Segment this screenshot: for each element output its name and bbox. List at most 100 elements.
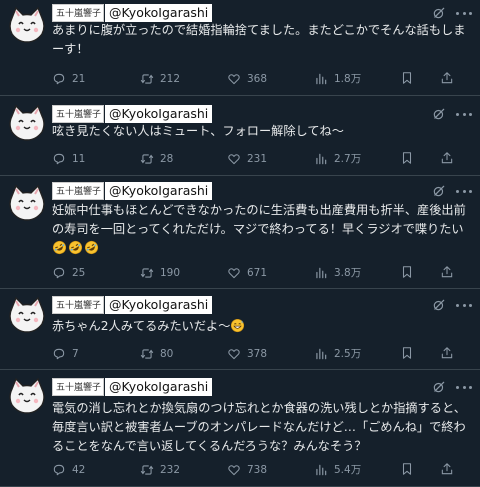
display-name[interactable]: 五十嵐響子 <box>52 4 105 22</box>
tweet-text-container: 妊娠中仕事もほとんどできなかったのに生活費も出産費用も折半、産後出前の寿司を一回… <box>52 201 474 258</box>
tweet-top-actions <box>432 6 472 20</box>
reply-icon <box>52 266 66 280</box>
avatar[interactable] <box>6 182 48 224</box>
tweet[interactable]: 五十嵐響子 @KyokoIgarashi 赤ちゃん2人みてるみたいだよ〜 7 80 378… <box>0 289 480 370</box>
tweet-actions: 11 28 231 2.7万 <box>52 151 472 167</box>
repost-count: 80 <box>160 348 174 360</box>
like-button[interactable]: 738 <box>227 462 267 478</box>
like-button[interactable]: 368 <box>227 71 267 87</box>
author-bar: 五十嵐響子 @KyokoIgarashi <box>52 4 213 22</box>
user-handle[interactable]: @KyokoIgarashi <box>105 4 213 22</box>
tweet[interactable]: 五十嵐響子 @KyokoIgarashi あまりに腹が立ったので結婚指輪捨てました。… <box>0 0 480 96</box>
repost-icon <box>140 72 154 86</box>
cat-avatar-icon <box>6 102 48 144</box>
repost-count: 232 <box>160 464 181 476</box>
share-icon <box>440 462 454 476</box>
like-count: 671 <box>247 267 268 279</box>
rofl-emoji-icon <box>68 240 83 255</box>
bookmark-button[interactable] <box>400 151 414 165</box>
repost-button[interactable]: 80 <box>140 346 173 362</box>
reply-icon <box>52 463 66 477</box>
repost-count: 28 <box>160 153 174 165</box>
share-button[interactable] <box>440 71 454 85</box>
bookmark-icon <box>400 462 414 476</box>
view-count: 2.5万 <box>334 348 362 360</box>
grok-button[interactable] <box>432 6 446 20</box>
user-handle[interactable]: @KyokoIgarashi <box>105 105 213 123</box>
reply-button[interactable]: 11 <box>52 151 85 167</box>
user-handle[interactable]: @KyokoIgarashi <box>105 378 213 396</box>
tweet[interactable]: 五十嵐響子 @KyokoIgarashi 電気の消し忘れとか換気扇のつけ忘れとか食器… <box>0 370 480 487</box>
tweet[interactable]: 五十嵐響子 @KyokoIgarashi 妊娠中仕事もほとんどできなかったのに生活費… <box>0 176 480 289</box>
views-icon <box>314 463 328 477</box>
share-button[interactable] <box>440 346 454 360</box>
repost-button[interactable]: 190 <box>140 265 180 281</box>
repost-count: 190 <box>160 267 181 279</box>
grok-icon <box>432 380 446 394</box>
bookmark-button[interactable] <box>400 71 414 85</box>
avatar[interactable] <box>6 294 48 336</box>
reply-button[interactable]: 25 <box>52 265 85 281</box>
like-count: 378 <box>247 348 268 360</box>
author-bar: 五十嵐響子 @KyokoIgarashi <box>52 296 213 314</box>
user-handle[interactable]: @KyokoIgarashi <box>105 182 213 200</box>
repost-button[interactable]: 232 <box>140 462 180 478</box>
display-name[interactable]: 五十嵐響子 <box>52 378 105 396</box>
like-button[interactable]: 671 <box>227 265 267 281</box>
share-button[interactable] <box>440 462 454 476</box>
reply-button[interactable]: 7 <box>52 346 79 362</box>
tweet-actions: 7 80 378 2.5万 <box>52 346 472 362</box>
view-count: 1.8万 <box>334 73 362 85</box>
bookmark-button[interactable] <box>400 346 414 360</box>
view-count: 2.7万 <box>334 153 362 165</box>
rofl-emoji-icon <box>52 240 67 255</box>
reply-count: 11 <box>72 153 86 165</box>
like-button[interactable]: 378 <box>227 346 267 362</box>
grok-button[interactable] <box>432 380 446 394</box>
views-button[interactable]: 3.8万 <box>314 265 361 281</box>
tweet-top-actions <box>432 298 472 312</box>
views-button[interactable]: 5.4万 <box>314 462 361 478</box>
avatar[interactable] <box>6 4 48 46</box>
reply-button[interactable]: 21 <box>52 71 85 87</box>
more-icon[interactable] <box>456 6 472 20</box>
avatar[interactable] <box>6 102 48 144</box>
views-icon <box>314 266 328 280</box>
views-button[interactable]: 1.8万 <box>314 71 361 87</box>
tweet-top-actions <box>432 184 472 198</box>
tweet[interactable]: 五十嵐響子 @KyokoIgarashi 呟き見たくない人はミュート、フォロー解除し… <box>0 96 480 176</box>
like-icon <box>227 463 241 477</box>
repost-button[interactable]: 28 <box>140 151 173 167</box>
repost-button[interactable]: 212 <box>140 71 180 87</box>
like-icon <box>227 152 241 166</box>
views-button[interactable]: 2.5万 <box>314 346 361 362</box>
like-icon <box>227 266 241 280</box>
grok-button[interactable] <box>432 298 446 312</box>
like-button[interactable]: 231 <box>227 151 267 167</box>
user-handle[interactable]: @KyokoIgarashi <box>105 296 213 314</box>
like-count: 738 <box>247 464 268 476</box>
display-name[interactable]: 五十嵐響子 <box>52 105 105 123</box>
share-button[interactable] <box>440 265 454 279</box>
share-button[interactable] <box>440 151 454 165</box>
views-button[interactable]: 2.7万 <box>314 151 361 167</box>
grok-button[interactable] <box>432 184 446 198</box>
reply-button[interactable]: 42 <box>52 462 85 478</box>
more-icon[interactable] <box>456 298 472 312</box>
bookmark-button[interactable] <box>400 265 414 279</box>
like-count: 231 <box>247 153 268 165</box>
avatar[interactable] <box>6 375 48 417</box>
share-icon <box>440 151 454 165</box>
more-icon[interactable] <box>456 184 472 198</box>
more-icon[interactable] <box>456 107 472 121</box>
reply-count: 25 <box>72 267 86 279</box>
tweet-text-container: 電気の消し忘れとか換気扇のつけ忘れとか食器の洗い残しとか指摘すると、毎度言い訳と… <box>52 399 474 456</box>
grok-icon <box>432 298 446 312</box>
more-icon[interactable] <box>456 380 472 394</box>
grok-button[interactable] <box>432 107 446 121</box>
share-icon <box>440 346 454 360</box>
display-name[interactable]: 五十嵐響子 <box>52 296 105 314</box>
bookmark-button[interactable] <box>400 462 414 476</box>
display-name[interactable]: 五十嵐響子 <box>52 182 105 200</box>
repost-count: 212 <box>160 73 181 85</box>
